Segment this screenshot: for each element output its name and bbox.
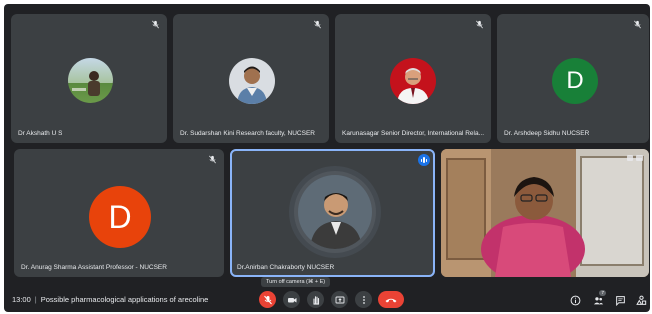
participant-avatar: D — [89, 186, 151, 248]
mic-off-icon — [149, 20, 161, 32]
mic-off-icon — [311, 20, 323, 32]
participant-tile[interactable]: Dr. Sudarshan Kini Research faculty, NUC… — [173, 14, 329, 143]
participant-name: Dr. Sudarshan Kini Research faculty, NUC… — [180, 130, 315, 137]
meeting-separator: | — [34, 295, 37, 304]
microphone-toggle-button[interactable] — [259, 291, 276, 308]
participant-name: Dr. Anurag Sharma Assistant Professor - … — [21, 264, 167, 271]
participant-video-feed — [441, 149, 649, 277]
more-options-button[interactable] — [355, 291, 372, 308]
participant-avatar — [298, 175, 372, 249]
participant-avatar — [229, 58, 275, 104]
participant-name: Karunasagar Senior Director, Internation… — [342, 130, 484, 137]
mic-off-icon — [263, 295, 272, 304]
participant-name: Dr Akshath U S — [18, 130, 63, 137]
participant-avatar — [68, 58, 113, 103]
meeting-stage: Dr Akshath U S Dr. Sudarshan Kini Resear… — [4, 4, 650, 312]
participant-tile[interactable]: Dr Akshath U S — [11, 14, 167, 143]
present-screen-button[interactable] — [331, 291, 348, 308]
people-icon — [593, 296, 603, 304]
meeting-time: 13:00 — [12, 295, 31, 304]
participant-avatar: D — [552, 58, 598, 104]
info-icon — [570, 295, 580, 305]
meeting-toolbar: 13:00 | Possible pharmacological applicati… — [4, 286, 650, 312]
meeting-info: 13:00 | Possible pharmacological applicati… — [12, 295, 208, 304]
leave-call-icon — [385, 298, 397, 302]
mic-off-icon — [473, 20, 485, 32]
more-options-icon — [362, 295, 365, 304]
participant-video-tile[interactable] — [441, 149, 649, 277]
raise-hand-icon — [312, 295, 319, 305]
camera-icon — [287, 297, 296, 302]
chat-button[interactable] — [613, 293, 627, 307]
mic-off-icon — [206, 155, 218, 167]
mic-off-icon — [631, 20, 643, 32]
tile-options-icon[interactable] — [625, 153, 645, 165]
meeting-title: Possible pharmacological applications of… — [40, 295, 209, 304]
people-count-badge: 7 — [599, 290, 606, 296]
participant-avatar — [390, 58, 436, 104]
chat-icon — [615, 295, 625, 306]
participant-name: Dr. Arshdeep Sidhu NUCSER — [504, 130, 590, 137]
participant-tile[interactable]: Karunasagar Senior Director, Internation… — [335, 14, 491, 143]
participant-tile-active-speaker[interactable]: Dr.Anirban Chakraborty NUCSER — [230, 149, 435, 277]
participant-tile[interactable]: D Dr. Anurag Sharma Assistant Professor … — [14, 149, 224, 277]
activities-button[interactable] — [634, 293, 648, 307]
participant-name: Dr.Anirban Chakraborty NUCSER — [237, 264, 335, 271]
activities-icon — [635, 295, 646, 305]
leave-call-button[interactable] — [378, 291, 404, 308]
meeting-details-button[interactable] — [568, 293, 582, 307]
raise-hand-button[interactable] — [307, 291, 324, 308]
people-button[interactable]: 7 — [591, 290, 606, 307]
camera-toggle-button[interactable] — [283, 291, 300, 308]
participant-tile[interactable]: D Dr. Arshdeep Sidhu NUCSER — [497, 14, 649, 143]
present-icon — [335, 296, 344, 303]
speaking-indicator-icon — [418, 154, 430, 166]
